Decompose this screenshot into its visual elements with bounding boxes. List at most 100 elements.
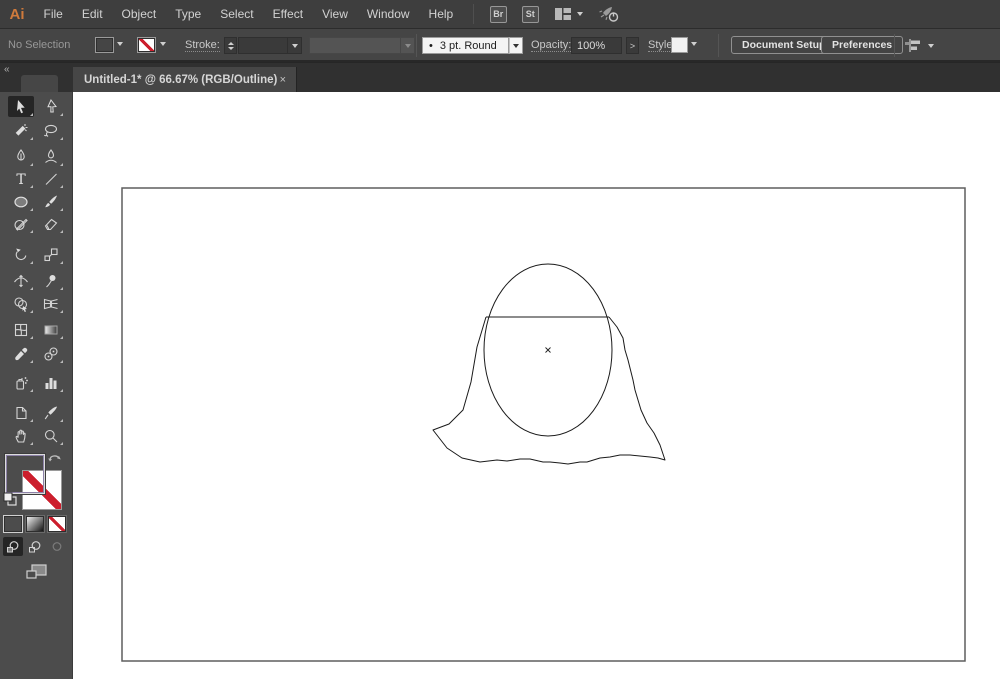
document-tab[interactable]: Untitled-1* @ 66.67% (RGB/Outline) ×: [73, 67, 297, 93]
tool-ellipse[interactable]: [8, 191, 34, 212]
svg-text:T: T: [16, 172, 26, 187]
tool-eyedropper[interactable]: [8, 343, 34, 364]
stroke-panel-link[interactable]: Stroke:: [185, 39, 220, 52]
stroke-color-swatch[interactable]: [137, 37, 156, 53]
tool-artboard[interactable]: [8, 402, 34, 423]
tool-direct-selection[interactable]: [38, 96, 64, 117]
draw-normal-button[interactable]: [3, 537, 23, 556]
tool-selection[interactable]: [8, 96, 34, 117]
chevron-down-icon: [291, 43, 298, 48]
tool-type[interactable]: T: [8, 168, 34, 189]
menu-file[interactable]: File: [34, 7, 72, 21]
illustrator-logo: Ai: [9, 5, 25, 23]
workspace-layout-icon: [554, 8, 571, 20]
control-bar: No Selection Stroke: • 3 pt. Round Opaci…: [0, 29, 1000, 62]
artboard-border: [121, 187, 966, 662]
document-canvas[interactable]: [73, 92, 1000, 679]
draw-behind-button[interactable]: [25, 537, 45, 556]
color-mode-none-button[interactable]: [48, 516, 66, 532]
tool-pen[interactable]: [8, 146, 34, 167]
width-profile-dropdown: [309, 37, 401, 54]
tool-hand[interactable]: [8, 425, 34, 446]
tool-shape-builder[interactable]: [8, 293, 34, 314]
tool-rotate[interactable]: [8, 244, 34, 265]
tool-magic-wand[interactable]: [8, 120, 34, 141]
chevron-down-icon: [928, 43, 934, 48]
tool-scale[interactable]: [38, 244, 64, 265]
stepper-up-icon[interactable]: [227, 41, 234, 45]
fill-color-chevron-icon[interactable]: [117, 42, 123, 46]
opacity-input[interactable]: 100%: [571, 37, 622, 54]
document-tab-bar: « Untitled-1* @ 66.67% (RGB/Outline) ×: [0, 62, 1000, 93]
preferences-button[interactable]: Preferences: [821, 36, 904, 54]
selection-status: No Selection: [8, 39, 71, 51]
swap-fill-stroke-icon[interactable]: [47, 451, 62, 464]
menu-select[interactable]: Select: [211, 7, 263, 21]
menu-window[interactable]: Window: [357, 7, 419, 21]
opacity-expand-button[interactable]: >: [626, 37, 639, 54]
separator: [894, 34, 895, 57]
tool-blend[interactable]: [38, 343, 64, 364]
workspace-switcher[interactable]: [554, 7, 583, 21]
brush-definition-value: 3 pt. Round: [439, 39, 497, 52]
tools-panel-grip[interactable]: [21, 75, 58, 93]
chevron-down-icon: [576, 12, 583, 16]
document-title: Untitled-1* @ 66.67% (RGB/Outline): [84, 74, 278, 86]
chevron-down-icon: [404, 43, 411, 48]
tool-slice[interactable]: [38, 402, 64, 423]
color-mode-gradient-button[interactable]: [26, 516, 44, 532]
menu-object[interactable]: Object: [112, 7, 166, 21]
separator: [718, 34, 719, 57]
close-tab-icon[interactable]: ×: [278, 74, 288, 86]
color-mode-fill-button[interactable]: [4, 516, 22, 532]
menu-help[interactable]: Help: [419, 7, 463, 21]
tool-paintbrush[interactable]: [38, 191, 64, 212]
stock-button[interactable]: St: [521, 5, 539, 23]
width-profile-chevron: [401, 37, 415, 54]
align-icon: [905, 39, 920, 52]
tool-column-graph[interactable]: [38, 372, 64, 393]
brush-definition-dropdown[interactable]: • 3 pt. Round: [422, 37, 509, 54]
default-fill-stroke-icon[interactable]: [3, 492, 18, 506]
bridge-button[interactable]: Br: [489, 5, 507, 23]
stroke-weight-dropdown[interactable]: [288, 37, 302, 54]
tool-lasso[interactable]: [38, 120, 64, 141]
tool-width[interactable]: [8, 270, 34, 291]
tool-line-segment[interactable]: [38, 168, 64, 189]
align-options[interactable]: [903, 38, 934, 53]
tool-symbol-sprayer[interactable]: [8, 372, 34, 393]
style-chevron-icon[interactable]: [691, 42, 697, 46]
tool-eraser[interactable]: [38, 213, 64, 234]
stepper-down-icon[interactable]: [227, 46, 234, 50]
menu-view[interactable]: View: [313, 7, 358, 21]
tool-curvature[interactable]: [38, 146, 64, 167]
stroke-color-chevron-icon[interactable]: [160, 42, 166, 46]
collapse-panels-button[interactable]: «: [4, 64, 10, 75]
menu-type[interactable]: Type: [166, 7, 211, 21]
brush-preview-dot: •: [429, 39, 433, 52]
chevron-down-icon: [513, 43, 519, 48]
main-area: T: [0, 92, 1000, 679]
app-bar-icons: Br St: [472, 4, 620, 24]
draw-inside-button[interactable]: [47, 537, 67, 556]
opacity-panel-link[interactable]: Opacity:: [531, 39, 572, 52]
brush-definition-chevron[interactable]: [509, 37, 523, 54]
tool-perspective-grid[interactable]: [38, 293, 64, 314]
gpu-performance-icon[interactable]: [598, 5, 620, 23]
canvas-drawing: [121, 187, 966, 662]
fill-color-swatch[interactable]: [95, 37, 114, 53]
menu-effect[interactable]: Effect: [263, 7, 312, 21]
stroke-weight-stepper[interactable]: [224, 37, 237, 54]
tool-mesh[interactable]: [8, 319, 34, 340]
stroke-weight-input[interactable]: [238, 37, 288, 54]
tool-puppet-warp[interactable]: [38, 270, 64, 291]
separator: [416, 34, 417, 57]
tool-zoom[interactable]: [38, 425, 64, 446]
menu-edit[interactable]: Edit: [72, 7, 112, 21]
menu-bar: Ai File Edit Object Type Select Effect V…: [0, 0, 1000, 29]
change-screen-mode-icon[interactable]: [25, 563, 48, 581]
tool-gradient[interactable]: [38, 319, 64, 340]
tool-shaper[interactable]: [8, 213, 34, 234]
graphic-style-swatch[interactable]: [671, 37, 688, 53]
fill-swatch[interactable]: [5, 454, 45, 494]
